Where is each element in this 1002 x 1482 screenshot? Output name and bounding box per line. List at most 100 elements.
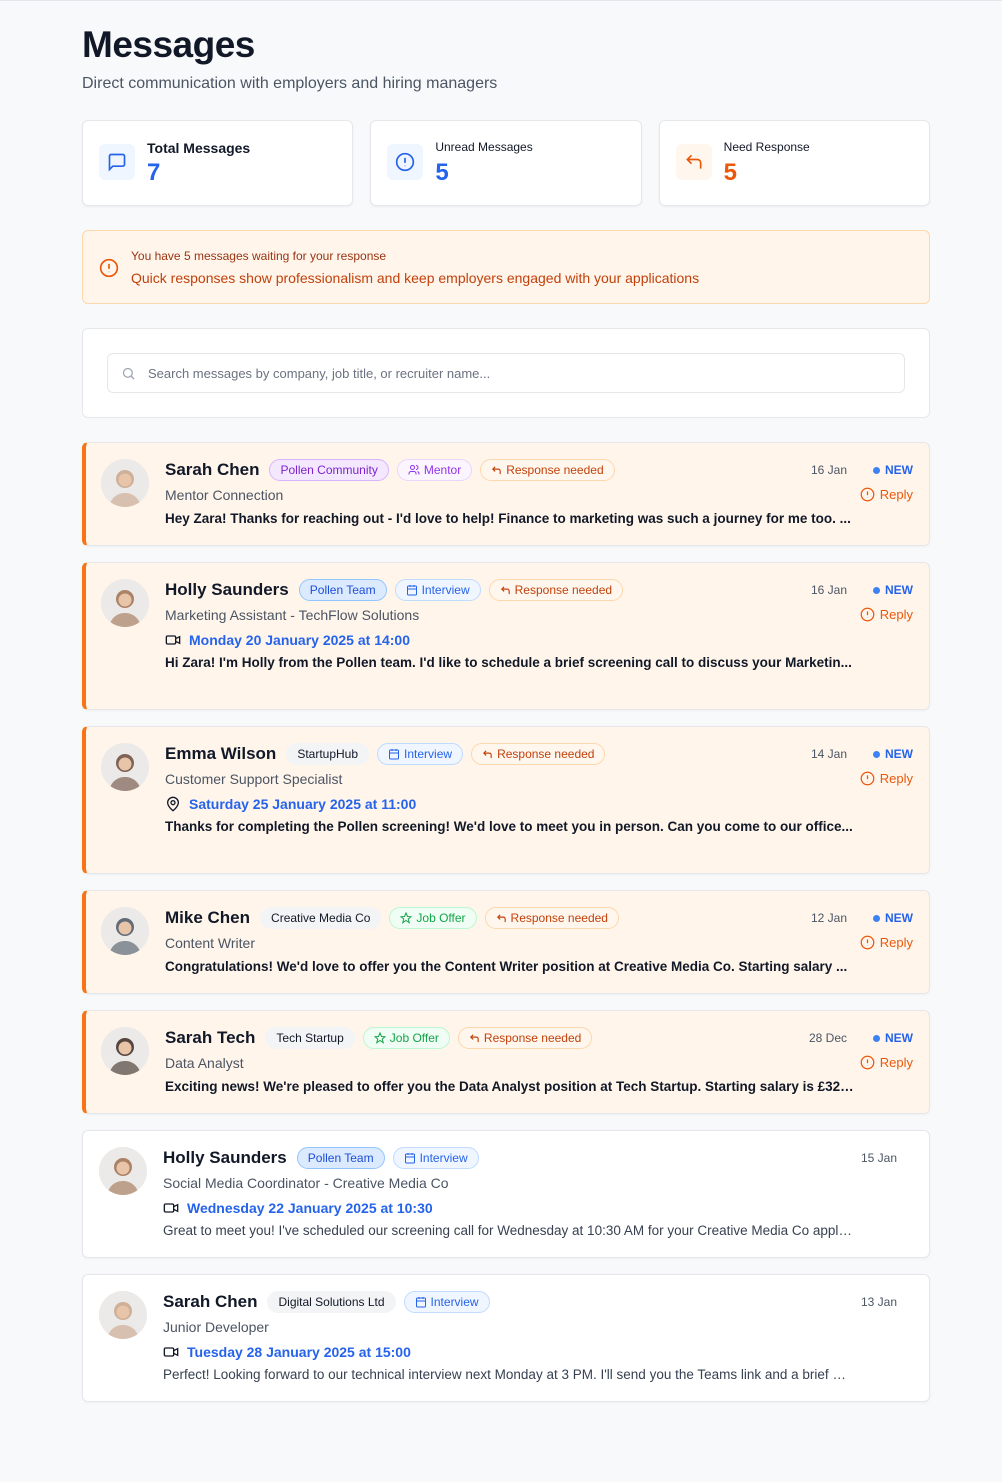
response-label: Response needed	[514, 583, 613, 597]
search-input[interactable]	[148, 354, 888, 392]
message-date: 28 Dec	[808, 1031, 847, 1045]
response-needed-tag: Response needed	[484, 907, 619, 929]
response-needed-tag: Response needed	[457, 1027, 593, 1049]
new-label: NEW	[885, 583, 913, 597]
unread-dot-icon	[873, 750, 880, 758]
job-role: Junior Developer	[163, 1319, 269, 1335]
alert-text: Quick responses show professionalism and…	[131, 270, 700, 286]
message-date: 12 Jan	[810, 911, 847, 925]
reply-icon	[496, 913, 507, 924]
video-icon	[163, 1200, 179, 1216]
company-tag: Creative Media Co	[260, 907, 382, 929]
message-preview: Great to meet you! I've scheduled our sc…	[163, 1223, 853, 1238]
response-needed-tag: Response needed	[480, 459, 615, 481]
scheduled-time: Saturday 25 January 2025 at 11:00	[165, 795, 913, 813]
sender-name: Sarah Chen	[163, 1292, 258, 1311]
reply-icon	[675, 144, 712, 180]
alert-circle-icon	[99, 258, 119, 283]
interview-icon	[415, 1296, 427, 1308]
video-icon	[165, 632, 181, 648]
sender-name: Holly Saunders	[165, 580, 289, 599]
message-card[interactable]: Emma Wilson StartupHub Interview Respons…	[82, 726, 930, 874]
scheduled-time-text: Wednesday 22 January 2025 at 10:30	[187, 1200, 433, 1216]
reply-label: Reply	[879, 1055, 913, 1070]
reply-button[interactable]: Reply	[860, 1055, 913, 1070]
scheduled-time: Monday 20 January 2025 at 14:00	[165, 631, 913, 649]
new-badge: NEW	[873, 747, 913, 761]
reply-button[interactable]: Reply	[860, 935, 913, 950]
reply-button[interactable]: Reply	[860, 771, 913, 786]
type-label: Job Offer	[416, 911, 466, 925]
job-role: Marketing Assistant - TechFlow Solutions	[165, 607, 420, 623]
reply-button[interactable]: Reply	[860, 607, 913, 622]
message-date: 14 Jan	[810, 747, 847, 761]
job-role: Social Media Coordinator - Creative Medi…	[163, 1175, 449, 1191]
stat-value: 7	[147, 159, 161, 186]
job-role: Customer Support Specialist	[165, 771, 343, 787]
response-label: Response needed	[497, 747, 595, 761]
search-icon	[122, 367, 135, 380]
type-label: Interview	[419, 1151, 468, 1165]
unread-dot-icon	[873, 1034, 880, 1042]
alert-circle-icon	[860, 935, 875, 950]
reply-icon	[500, 585, 511, 596]
stat-label: Need Response	[723, 140, 810, 154]
avatar	[99, 1291, 147, 1339]
avatar	[101, 459, 149, 507]
stat-unread-messages: Unread Messages 5	[370, 120, 642, 206]
company-tag: Pollen Community	[269, 459, 389, 481]
message-preview: Thanks for completing the Pollen screeni…	[165, 819, 853, 834]
new-badge: NEW	[873, 463, 913, 477]
search-box[interactable]	[107, 353, 905, 393]
message-date: 16 Jan	[810, 463, 847, 477]
mentor-icon	[408, 464, 420, 476]
reply-label: Reply	[879, 487, 913, 502]
message-preview: Congratulations! We'd love to offer you …	[165, 959, 848, 974]
sender-name: Emma Wilson	[165, 744, 277, 763]
unread-dot-icon	[873, 586, 880, 594]
avatar	[101, 579, 149, 627]
message-preview: Hey Zara! Thanks for reaching out - I'd …	[165, 511, 851, 526]
reply-icon	[482, 749, 493, 760]
avatar	[101, 743, 149, 791]
new-badge: NEW	[873, 583, 913, 597]
alert-circle-icon	[860, 487, 875, 502]
alert-circle-icon	[860, 771, 875, 786]
reply-label: Reply	[879, 607, 913, 622]
sender-name: Sarah Tech	[165, 1028, 256, 1047]
stats-row: Total Messages 7 Unread Messages 5 Need …	[82, 120, 930, 206]
response-needed-tag: Response needed	[471, 743, 606, 765]
company-tag: Tech Startup	[265, 1027, 355, 1049]
message-preview: Perfect! Looking forward to our technica…	[163, 1367, 853, 1382]
message-card[interactable]: Mike Chen Creative Media Co Job Offer Re…	[82, 890, 930, 994]
type-tag: Interview	[394, 579, 481, 601]
type-tag: Job Offer	[362, 1027, 450, 1049]
message-card[interactable]: Sarah Chen Pollen Community Mentor Respo…	[82, 442, 930, 546]
company-tag: StartupHub	[286, 743, 370, 765]
reply-button[interactable]: Reply	[860, 487, 913, 502]
type-tag: Interview	[392, 1147, 479, 1169]
message-card[interactable]: Holly Saunders Pollen Team Interview Soc…	[82, 1130, 930, 1258]
response-label: Response needed	[506, 463, 604, 477]
company-tag: Pollen Team	[298, 579, 387, 601]
message-card[interactable]: Sarah Chen Digital Solutions Ltd Intervi…	[82, 1274, 930, 1402]
response-needed-tag: Response needed	[488, 579, 624, 601]
response-alert: You have 5 messages waiting for your res…	[82, 230, 930, 304]
message-square-icon	[99, 144, 135, 180]
stat-total-messages: Total Messages 7	[82, 120, 354, 206]
alert-circle-icon	[387, 144, 424, 180]
alert-circle-icon	[860, 1055, 875, 1070]
response-label: Response needed	[483, 1031, 582, 1045]
type-label: Mentor	[423, 463, 462, 477]
message-preview: Exciting news! We're pleased to offer yo…	[165, 1079, 855, 1094]
type-label: Interview	[404, 747, 453, 761]
scheduled-time-text: Tuesday 28 January 2025 at 15:00	[187, 1344, 411, 1360]
message-card[interactable]: Sarah Tech Tech Startup Job Offer Respon…	[82, 1010, 930, 1114]
message-body: Holly Saunders Pollen Team Interview Soc…	[163, 1147, 913, 1238]
stat-need-response: Need Response 5	[658, 120, 930, 206]
interview-icon	[404, 1152, 416, 1164]
page-title: Messages	[82, 24, 255, 65]
message-body: Sarah Chen Pollen Community Mentor Respo…	[165, 459, 913, 526]
message-card[interactable]: Holly Saunders Pollen Team Interview Res…	[82, 562, 930, 710]
interview-icon	[388, 748, 400, 760]
